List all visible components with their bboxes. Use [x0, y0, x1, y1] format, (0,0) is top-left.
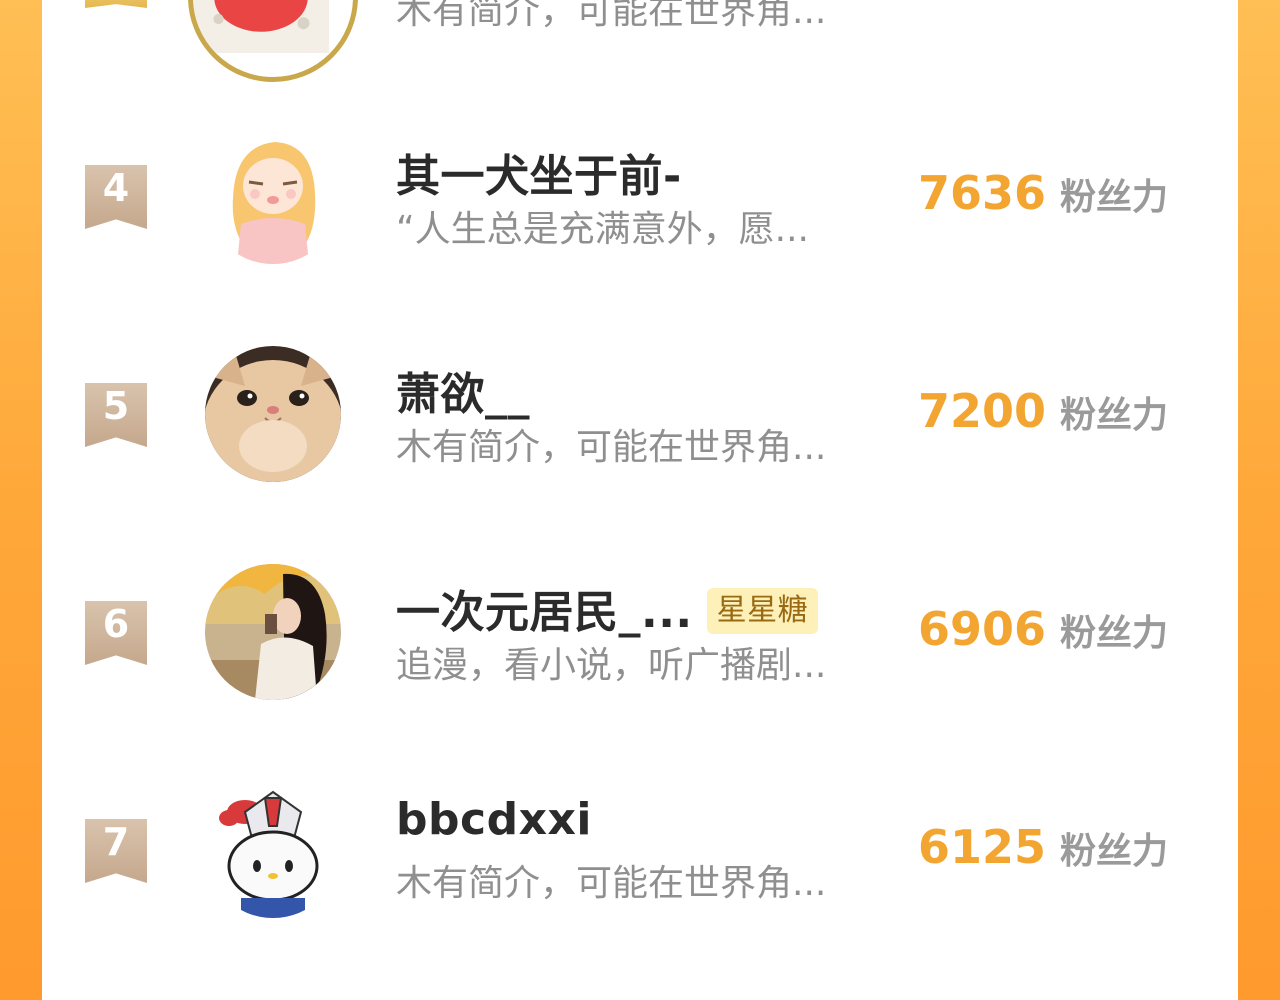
red-character-icon [193, 0, 329, 53]
user-bio: 木有简介，可能在世界角... [396, 863, 827, 904]
rank-ribbon [85, 0, 147, 8]
rank-number: 5 [102, 384, 130, 428]
user-name-text: 一次元居民_... [396, 587, 693, 638]
ranking-row[interactable]: 7 bbcdxxi 木有简介，可能在世界角... 6125 粉丝力 [42, 782, 1238, 942]
user-bio: 木有简介，可能在世界角... [396, 0, 827, 32]
score-value: 6125 [918, 820, 1047, 874]
avatar[interactable] [205, 128, 341, 264]
ranking-row[interactable]: 4 其一犬坐于前- “人生总是充满意外，愿... 7636 粉丝力 [42, 128, 1238, 288]
fan-power-score: 7636 粉丝力 [918, 166, 1168, 220]
robot-kitty-avatar-icon [205, 782, 341, 918]
girl-autumn-avatar-icon [205, 564, 341, 700]
score-value: 7636 [918, 166, 1047, 220]
user-badge[interactable]: 星星糖 [706, 588, 819, 634]
ranking-row[interactable]: 5 萧欲__ 木有简介，可能在世界角... 7200 粉丝力 [42, 346, 1238, 506]
score-value: 6906 [918, 602, 1047, 656]
rank-ribbon: 5 [85, 383, 147, 447]
ranking-panel: 木有简介，可能在世界角... 4 其一犬坐于前- “人生总是充满意外，愿... … [42, 0, 1238, 1000]
avatar[interactable] [205, 782, 341, 918]
user-name[interactable]: 一次元居民_... 星星糖 [396, 576, 819, 640]
rank-ribbon: 4 [85, 165, 147, 229]
score-unit: 粉丝力 [1060, 177, 1169, 218]
fan-power-score: 6906 粉丝力 [918, 602, 1168, 656]
cat-avatar-icon [205, 346, 341, 482]
user-name[interactable]: 萧欲__ [396, 358, 530, 422]
avatar[interactable] [205, 564, 341, 700]
ranking-row-partial[interactable]: 木有简介，可能在世界角... [42, 0, 1238, 82]
rank-ribbon: 7 [85, 819, 147, 883]
user-bio: 木有简介，可能在世界角... [396, 427, 827, 468]
rank-number: 7 [102, 820, 130, 864]
anime-girl-avatar-icon [205, 128, 341, 264]
user-bio: 追漫，看小说，听广播剧... [396, 645, 827, 686]
fan-power-score: 7200 粉丝力 [918, 384, 1168, 438]
fan-power-score: 6125 粉丝力 [918, 820, 1168, 874]
score-unit: 粉丝力 [1060, 395, 1169, 436]
ranking-row[interactable]: 6 一次元居民_... 星星糖 追漫，看小说，听广播剧... 6906 粉丝力 [42, 564, 1238, 724]
avatar[interactable] [188, 0, 358, 82]
user-name[interactable]: 其一犬坐于前- [396, 140, 682, 204]
rank-number: 4 [102, 166, 130, 210]
rank-number: 6 [102, 602, 130, 646]
user-name[interactable]: bbcdxxi [396, 794, 592, 845]
score-value: 7200 [918, 384, 1047, 438]
score-unit: 粉丝力 [1060, 831, 1169, 872]
score-unit: 粉丝力 [1060, 613, 1169, 654]
rank-ribbon: 6 [85, 601, 147, 665]
user-bio: “人生总是充满意外，愿... [396, 209, 809, 250]
avatar[interactable] [205, 346, 341, 482]
